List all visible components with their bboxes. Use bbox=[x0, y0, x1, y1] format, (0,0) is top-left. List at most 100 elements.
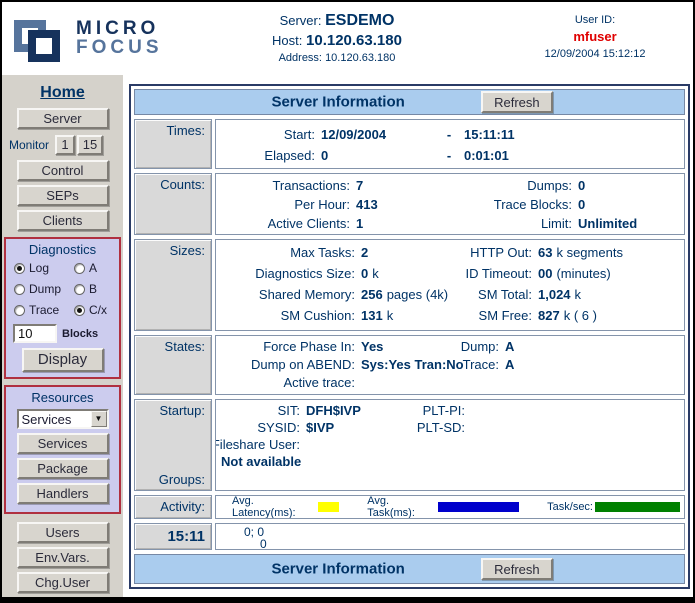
page-title-bottom: Server Information bbox=[271, 561, 404, 578]
handlers-button[interactable]: Handlers bbox=[17, 483, 109, 504]
server-name: ESDEMO bbox=[325, 12, 394, 29]
page-header: MICRO FOCUS Server: ESDEMO Host: 10.120.… bbox=[2, 2, 693, 75]
activity-sample-row: 15:11 0; 0 0 bbox=[134, 523, 685, 550]
resources-dropdown-value: Services bbox=[19, 412, 91, 427]
states-line: Force Phase In: Yes Dump: A bbox=[220, 338, 680, 356]
refresh-button-bottom[interactable]: Refresh bbox=[481, 558, 553, 580]
states-line: Active trace: bbox=[220, 374, 680, 392]
startup-line: SIT: DFH$IVP PLT-PI: bbox=[220, 402, 680, 419]
activity-row: Activity: Avg. Latency(ms): Avg. Task(ms… bbox=[134, 495, 685, 519]
dump-radio-option[interactable]: Dump bbox=[14, 282, 74, 296]
activity-legend: Avg. Latency(ms): Avg. Task(ms): Task/se… bbox=[220, 498, 680, 516]
micro-focus-logo: MICRO FOCUS bbox=[12, 10, 167, 68]
services-button[interactable]: Services bbox=[17, 433, 109, 454]
user-id-value: mfuser bbox=[515, 29, 675, 44]
sizes-line: SM Cushion: 131k SM Free: 827k ( 6 ) bbox=[220, 305, 680, 326]
diagnostics-title: Diagnostics bbox=[6, 242, 119, 257]
server-information-table: Server Information Refresh Times: Start:… bbox=[129, 84, 690, 589]
times-row: Times: Start: 12/09/2004 - 15:11:11 Elap… bbox=[134, 119, 685, 169]
counts-line: Transactions: 7 Dumps: 0 bbox=[220, 176, 680, 195]
env-vars-button[interactable]: Env.Vars. bbox=[17, 547, 109, 568]
trace-radio-option[interactable]: Trace bbox=[14, 303, 74, 317]
log-radio[interactable] bbox=[14, 263, 25, 274]
monitor-label: Monitor bbox=[9, 138, 49, 152]
address-label: Address: bbox=[279, 52, 322, 64]
states-line: Dump on ABEND: Sys:Yes Tran:No Trace: A bbox=[220, 356, 680, 374]
server-identity: Server: ESDEMO Host: 10.120.63.180 Addre… bbox=[232, 12, 442, 64]
clients-button[interactable]: Clients bbox=[17, 210, 109, 231]
page-title: Server Information bbox=[271, 94, 404, 111]
sizes-line: Max Tasks: 2 HTTP Out: 63k segments bbox=[220, 242, 680, 263]
monitor-1-button[interactable]: 1 bbox=[55, 135, 75, 155]
bottom-title-bar: Server Information Refresh bbox=[134, 554, 685, 584]
logo-front-square-icon bbox=[28, 30, 60, 62]
blocks-input[interactable] bbox=[13, 324, 57, 343]
resources-dropdown[interactable]: Services ▼ bbox=[17, 409, 109, 429]
task-legend-label: Avg. Task(ms): bbox=[367, 495, 436, 519]
cx-radio-option[interactable]: C/x bbox=[74, 303, 118, 317]
activity-label: Activity: bbox=[134, 495, 212, 519]
diagnostics-groupbox: Diagnostics Log A Dump bbox=[4, 237, 121, 379]
b-radio[interactable] bbox=[74, 284, 85, 295]
a-radio[interactable] bbox=[74, 263, 85, 274]
server-information-page: MICRO FOCUS Server: ESDEMO Host: 10.120.… bbox=[0, 0, 695, 603]
cx-radio[interactable] bbox=[74, 305, 85, 316]
startup-groups-row: Startup: Groups: SIT: DFH$IVP PLT-PI: SY… bbox=[134, 399, 685, 491]
server-label: Server: bbox=[280, 13, 322, 28]
user-id-label: User ID: bbox=[515, 14, 675, 26]
sizes-label: Sizes: bbox=[134, 239, 212, 331]
control-button[interactable]: Control bbox=[17, 160, 109, 181]
states-label: States: bbox=[134, 335, 212, 395]
display-button[interactable]: Display bbox=[22, 348, 104, 372]
seps-button[interactable]: SEPs bbox=[17, 185, 109, 206]
logo-text-focus: FOCUS bbox=[76, 38, 163, 57]
chg-user-button[interactable]: Chg.User bbox=[17, 572, 109, 593]
b-radio-option[interactable]: B bbox=[74, 282, 118, 296]
dump-radio[interactable] bbox=[14, 284, 25, 295]
resources-title: Resources bbox=[6, 390, 119, 405]
top-title-bar: Server Information Refresh bbox=[134, 89, 685, 115]
trace-radio[interactable] bbox=[14, 305, 25, 316]
tasksec-swatch-icon bbox=[595, 502, 680, 512]
resources-groupbox: Resources Services ▼ Services Package Ha… bbox=[4, 385, 121, 514]
log-radio-option[interactable]: Log bbox=[14, 261, 74, 275]
timestamp: 12/09/2004 15:12:12 bbox=[515, 48, 675, 60]
task-swatch-icon bbox=[438, 502, 519, 512]
user-identity: User ID: mfuser 12/09/2004 15:12:12 bbox=[515, 14, 675, 60]
address-value: 10.120.63.180 bbox=[325, 52, 395, 64]
sizes-line: Diagnostics Size: 0k ID Timeout: 00(minu… bbox=[220, 263, 680, 284]
latency-swatch-icon bbox=[318, 502, 339, 512]
server-button[interactable]: Server bbox=[17, 108, 109, 129]
sizes-row: Sizes: Max Tasks: 2 HTTP Out: 63k segmen… bbox=[134, 239, 685, 331]
latency-legend-label: Avg. Latency(ms): bbox=[232, 495, 316, 519]
blocks-label: Blocks bbox=[62, 328, 98, 340]
host-label: Host: bbox=[272, 33, 302, 48]
counts-line: Per Hour: 413 Trace Blocks: 0 bbox=[220, 195, 680, 214]
startup-label: Startup: bbox=[137, 403, 205, 418]
counts-label: Counts: bbox=[134, 173, 212, 235]
sample-line-2: 0 bbox=[244, 538, 680, 550]
elapsed-line: Elapsed: 0 - 0:01:01 bbox=[220, 145, 680, 166]
startup-line: SYSID: $IVP PLT-SD: bbox=[220, 419, 680, 436]
home-heading[interactable]: Home bbox=[2, 84, 123, 102]
monitor-15-button[interactable]: 15 bbox=[77, 135, 103, 155]
states-row: States: Force Phase In: Yes Dump: A Dump… bbox=[134, 335, 685, 395]
users-button[interactable]: Users bbox=[17, 522, 109, 543]
host-value: 10.120.63.180 bbox=[306, 32, 402, 49]
chevron-down-icon[interactable]: ▼ bbox=[91, 411, 107, 427]
sample-line-1: 0; 0 bbox=[244, 526, 680, 538]
sizes-line: Shared Memory: 256pages (4k) SM Total: 1… bbox=[220, 284, 680, 305]
a-radio-option[interactable]: A bbox=[74, 261, 118, 275]
monitor-row: Monitor 1 15 bbox=[9, 135, 123, 155]
startup-line: Fileshare User: bbox=[220, 436, 680, 453]
logo-text-micro: MICRO bbox=[76, 19, 163, 38]
package-button[interactable]: Package bbox=[17, 458, 109, 479]
start-line: Start: 12/09/2004 - 15:11:11 bbox=[220, 124, 680, 145]
refresh-button-top[interactable]: Refresh bbox=[481, 91, 553, 113]
counts-line: Active Clients: 1 Limit: Unlimited bbox=[220, 214, 680, 233]
sample-time-label: 15:11 bbox=[134, 523, 212, 550]
tasksec-legend-label: Task/sec: bbox=[547, 501, 593, 513]
groups-label: Groups: bbox=[137, 472, 205, 487]
counts-row: Counts: Transactions: 7 Dumps: 0 Per Hou… bbox=[134, 173, 685, 235]
groups-value: Not available bbox=[220, 453, 680, 471]
